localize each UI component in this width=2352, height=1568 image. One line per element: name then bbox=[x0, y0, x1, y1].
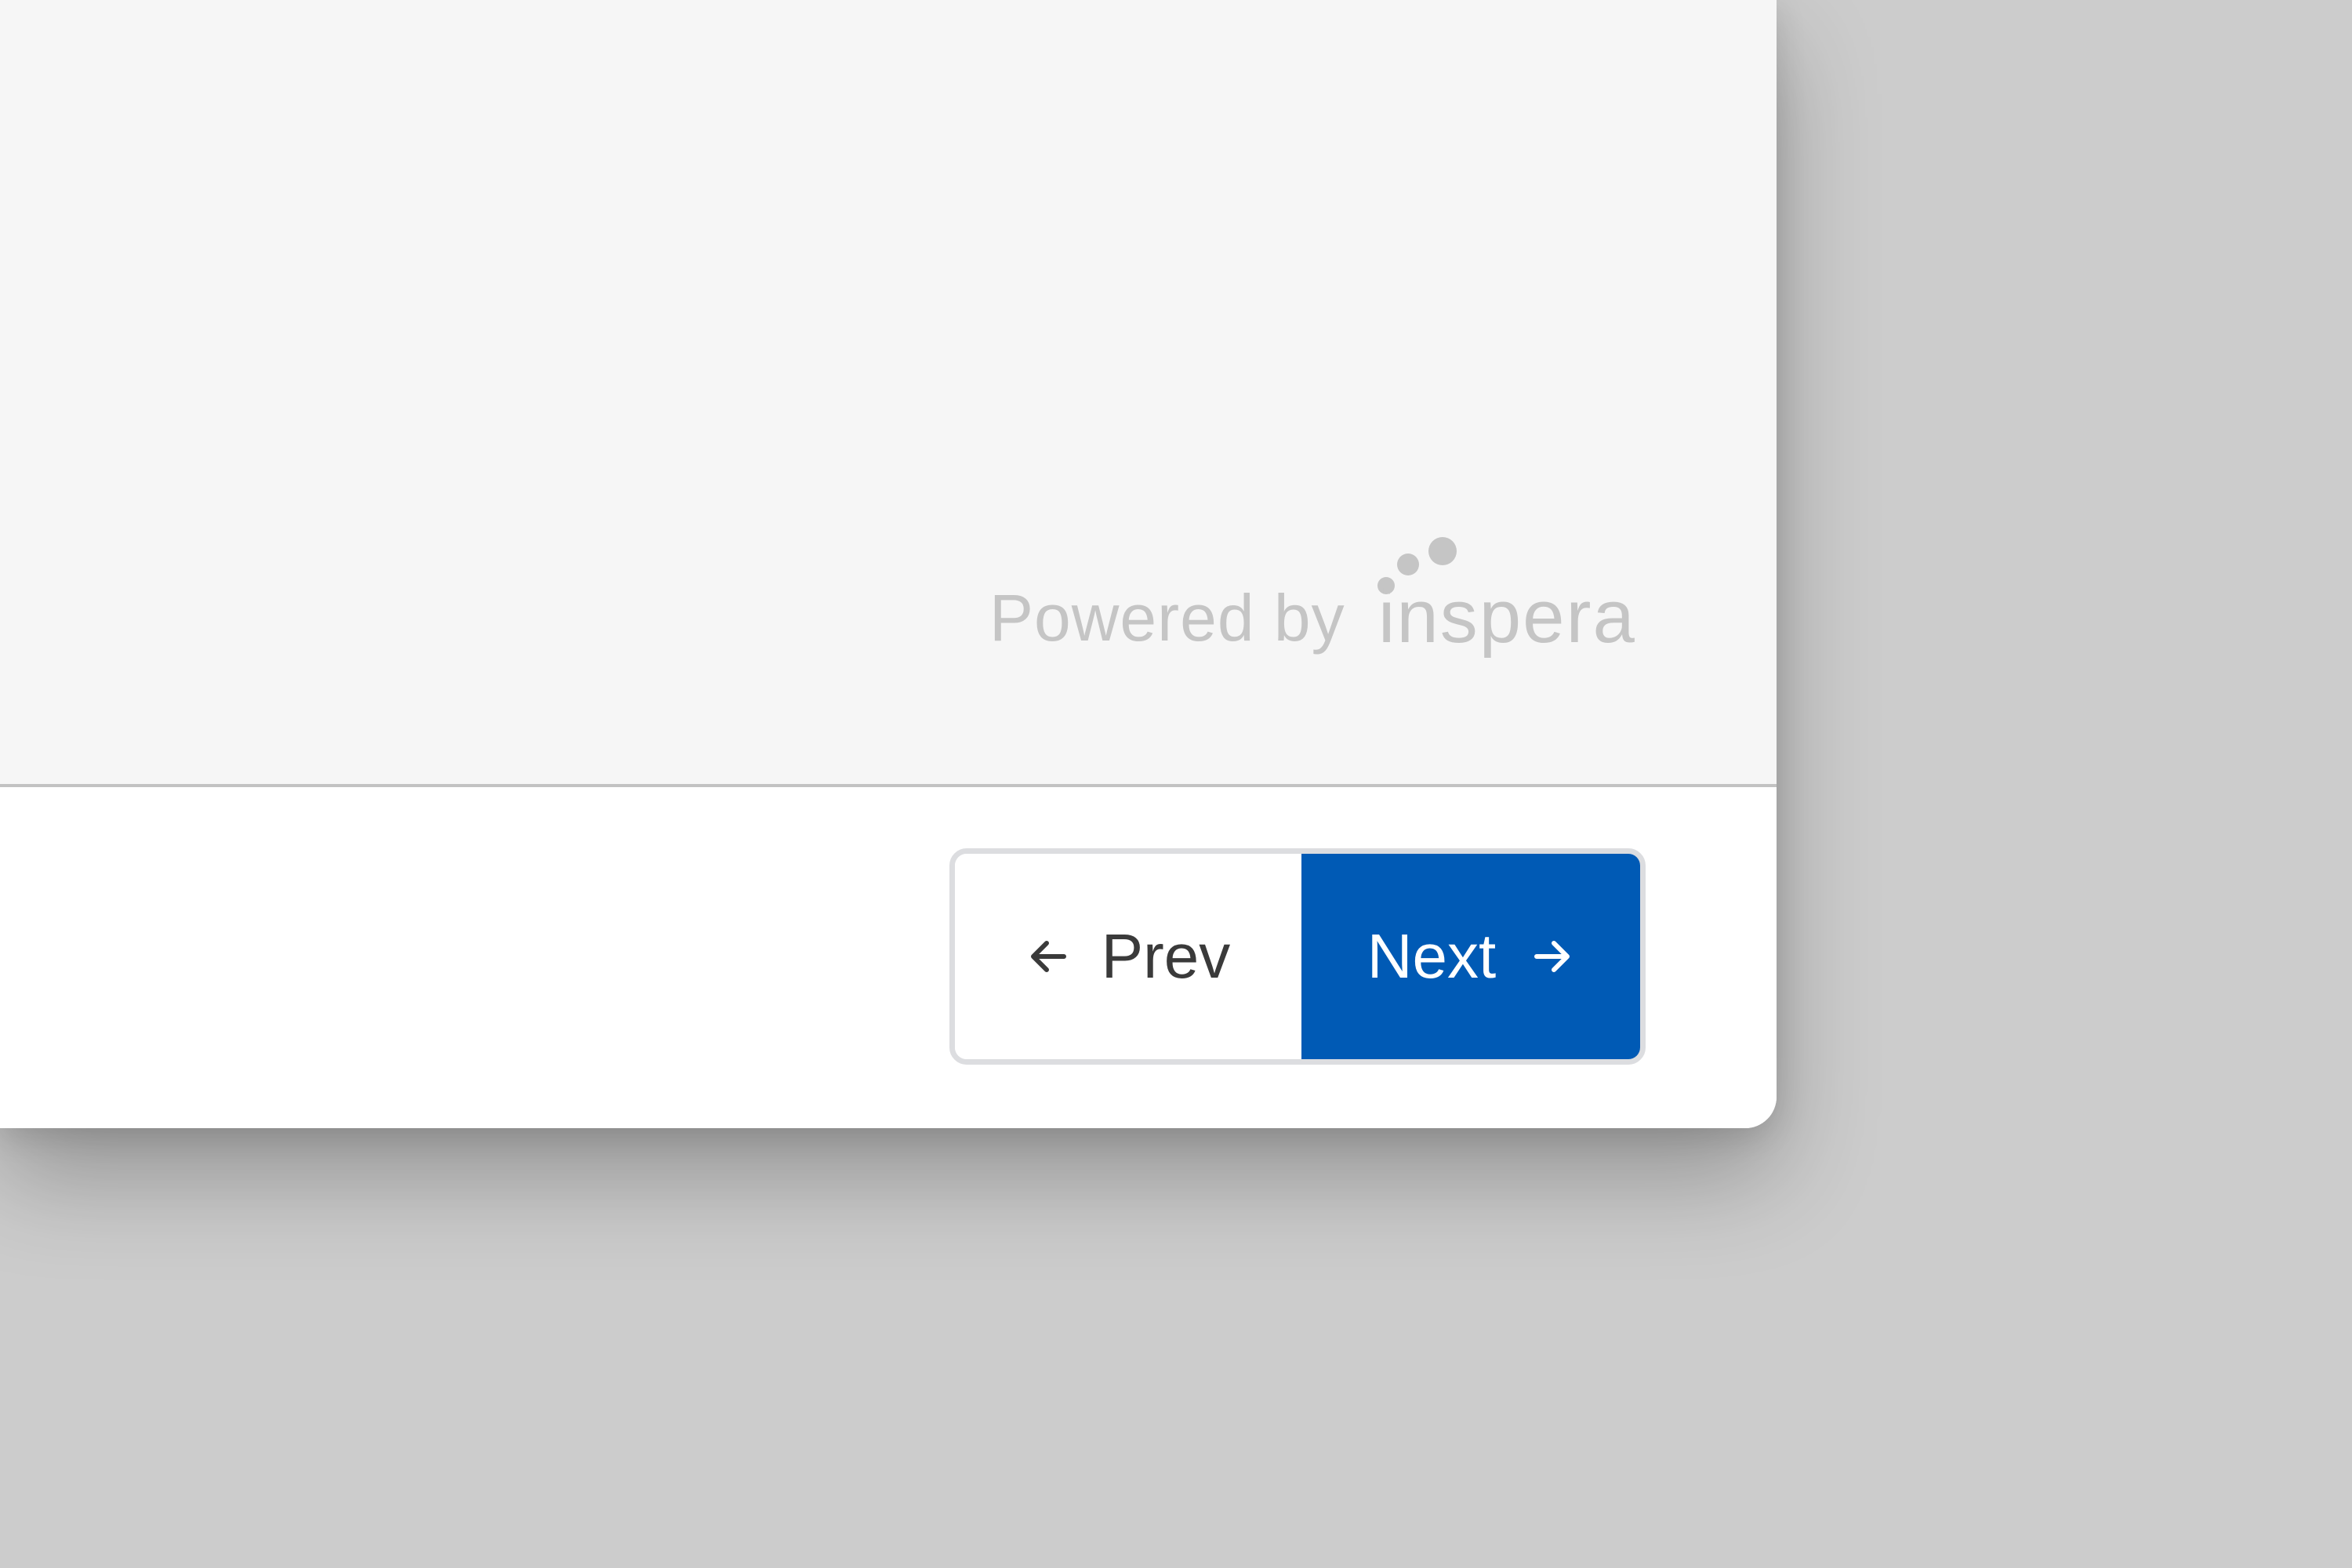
prev-label: Prev bbox=[1101, 921, 1231, 991]
arrow-right-icon bbox=[1530, 935, 1574, 978]
next-button[interactable]: Next bbox=[1301, 854, 1640, 1059]
prev-button[interactable]: Prev bbox=[955, 854, 1301, 1059]
brand-name: inspera bbox=[1378, 575, 1636, 659]
content-area: Powered by inspera bbox=[0, 0, 1777, 787]
app-window: Powered by inspera Prev Next bbox=[0, 0, 1777, 1128]
prev-next-button-group: Prev Next bbox=[949, 848, 1646, 1065]
inspera-logo: inspera bbox=[1377, 527, 1635, 660]
powered-by-label: Powered by bbox=[989, 581, 1345, 655]
next-label: Next bbox=[1367, 921, 1497, 991]
arrow-left-icon bbox=[1026, 935, 1070, 978]
bottom-navigation-bar: Prev Next bbox=[0, 787, 1777, 1128]
